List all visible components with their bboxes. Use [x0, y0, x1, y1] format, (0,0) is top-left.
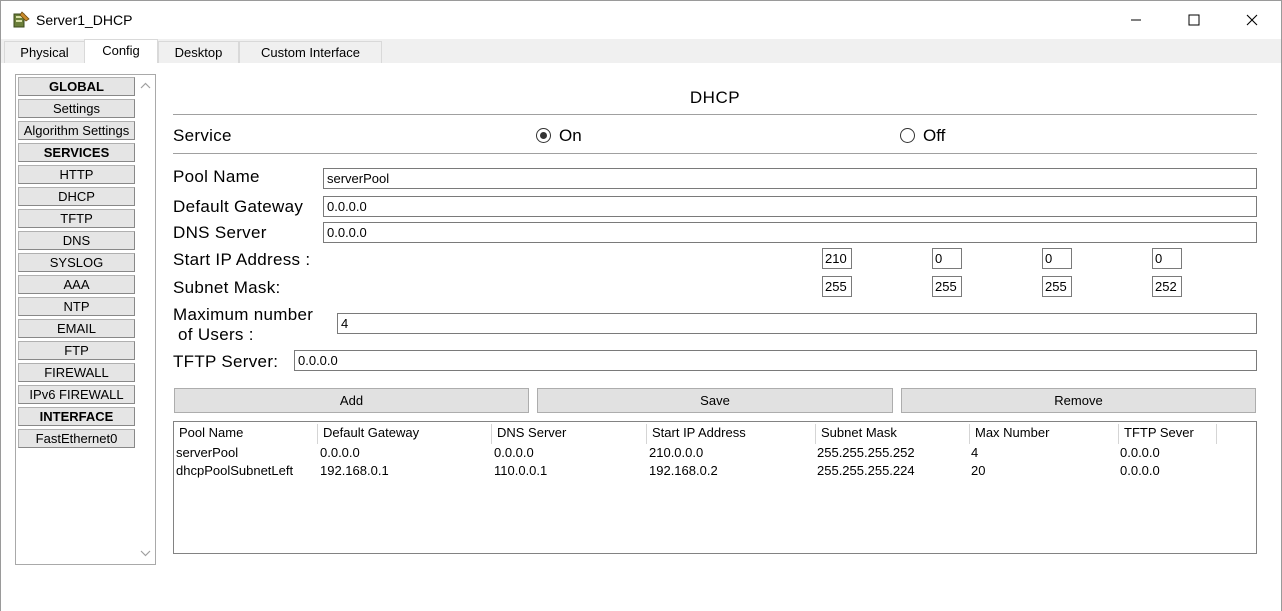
- sidebar-item-aaa[interactable]: AAA: [18, 275, 135, 294]
- cell-default-gateway: 192.168.0.1: [320, 463, 389, 478]
- sidebar-item-ntp[interactable]: NTP: [18, 297, 135, 316]
- column-header-pool-name[interactable]: Pool Name: [174, 424, 318, 444]
- start-ip-octet-3[interactable]: 0: [1042, 248, 1072, 269]
- service-on-label[interactable]: On: [559, 126, 582, 146]
- divider: [173, 114, 1257, 115]
- tab-custom-interface[interactable]: Custom Interface: [239, 41, 382, 63]
- sidebar-scrollbar[interactable]: [137, 76, 154, 563]
- sidebar-item-firewall[interactable]: FIREWALL: [18, 363, 135, 382]
- pool-name-input[interactable]: serverPool: [323, 168, 1257, 189]
- column-header-default-gateway[interactable]: Default Gateway: [318, 424, 492, 444]
- service-off-label[interactable]: Off: [923, 126, 945, 146]
- cell-max-number: 4: [971, 445, 979, 460]
- cell-start-ip: 210.0.0.0: [649, 445, 704, 460]
- column-header-start-ip[interactable]: Start IP Address: [647, 424, 816, 444]
- column-header-dns-server[interactable]: DNS Server: [492, 424, 647, 444]
- remove-button[interactable]: Remove: [901, 388, 1256, 413]
- table-row[interactable]: dhcpPoolSubnetLeft 192.168.0.1 110.0.0.1…: [174, 462, 1256, 480]
- subnet-mask-octet-4[interactable]: 252: [1152, 276, 1182, 297]
- save-button[interactable]: Save: [537, 388, 893, 413]
- sidebar-item-syslog[interactable]: SYSLOG: [18, 253, 135, 272]
- service-on-radio[interactable]: [536, 128, 551, 143]
- column-header-max-number[interactable]: Max Number: [970, 424, 1119, 444]
- cell-tftp-server: 0.0.0.0: [1120, 445, 1160, 460]
- cell-pool-name: dhcpPoolSubnetLeft: [176, 463, 294, 478]
- tab-bar: Physical Config Desktop Custom Interface: [1, 39, 1281, 64]
- tab-physical[interactable]: Physical: [4, 41, 85, 63]
- column-header-tftp-server[interactable]: TFTP Sever: [1119, 424, 1217, 444]
- config-content: GLOBAL Settings Algorithm Settings SERVI…: [1, 63, 1281, 611]
- close-icon: [1246, 14, 1258, 26]
- service-off-radio[interactable]: [900, 128, 915, 143]
- close-button[interactable]: [1223, 1, 1281, 39]
- subnet-mask-octet-1[interactable]: 255: [822, 276, 852, 297]
- cell-subnet-mask: 255.255.255.252: [817, 445, 915, 460]
- default-gateway-input[interactable]: 0.0.0.0: [323, 196, 1257, 217]
- app-window: Server1_DHCP Physical Config Desktop Cus…: [0, 0, 1282, 611]
- scroll-up-icon[interactable]: [140, 82, 151, 90]
- cell-max-number: 20: [971, 463, 986, 478]
- tab-desktop[interactable]: Desktop: [158, 41, 239, 63]
- service-label: Service: [173, 126, 232, 145]
- subnet-mask-label: Subnet Mask:: [173, 278, 281, 297]
- cell-default-gateway: 0.0.0.0: [320, 445, 360, 460]
- sidebar-item-fastethernet0[interactable]: FastEthernet0: [18, 429, 135, 448]
- minimize-button[interactable]: [1107, 1, 1165, 39]
- sidebar-item-algorithm-settings[interactable]: Algorithm Settings: [18, 121, 135, 140]
- panel-title: DHCP: [689, 88, 741, 107]
- sidebar-item-email[interactable]: EMAIL: [18, 319, 135, 338]
- tftp-server-input[interactable]: 0.0.0.0: [294, 350, 1257, 371]
- cell-dns-server: 0.0.0.0: [494, 445, 534, 460]
- sidebar-item-ftp[interactable]: FTP: [18, 341, 135, 360]
- config-sidebar: GLOBAL Settings Algorithm Settings SERVI…: [15, 74, 156, 565]
- dhcp-pool-table: Pool Name Default Gateway DNS Server Sta…: [173, 421, 1257, 554]
- cell-dns-server: 110.0.0.1: [494, 463, 548, 478]
- sidebar-item-dhcp[interactable]: DHCP: [18, 187, 135, 206]
- column-header-subnet-mask[interactable]: Subnet Mask: [816, 424, 970, 444]
- add-button[interactable]: Add: [174, 388, 529, 413]
- subnet-mask-octet-2[interactable]: 255: [932, 276, 962, 297]
- sidebar-item-tftp[interactable]: TFTP: [18, 209, 135, 228]
- subnet-mask-octet-3[interactable]: 255: [1042, 276, 1072, 297]
- sidebar-item-http[interactable]: HTTP: [18, 165, 135, 184]
- max-users-label-line1: Maximum number: [173, 305, 314, 324]
- dns-server-label: DNS Server: [173, 223, 267, 242]
- cell-tftp-server: 0.0.0.0: [1120, 463, 1160, 478]
- cell-subnet-mask: 255.255.255.224: [817, 463, 915, 478]
- max-users-input[interactable]: 4: [337, 313, 1257, 334]
- start-ip-octet-2[interactable]: 0: [932, 248, 962, 269]
- divider: [173, 153, 1257, 154]
- start-ip-octet-1[interactable]: 210: [822, 248, 852, 269]
- sidebar-item-dns[interactable]: DNS: [18, 231, 135, 250]
- dns-server-input[interactable]: 0.0.0.0: [323, 222, 1257, 243]
- sidebar-header-global: GLOBAL: [18, 77, 135, 96]
- sidebar-header-interface: INTERFACE: [18, 407, 135, 426]
- maximize-icon: [1188, 14, 1200, 26]
- tftp-server-label: TFTP Server:: [173, 352, 279, 371]
- default-gateway-label: Default Gateway: [173, 197, 304, 216]
- sidebar-item-settings[interactable]: Settings: [18, 99, 135, 118]
- table-row[interactable]: serverPool 0.0.0.0 0.0.0.0 210.0.0.0 255…: [174, 444, 1256, 462]
- sidebar-item-ipv6-firewall[interactable]: IPv6 FIREWALL: [18, 385, 135, 404]
- max-users-label-line2: of Users :: [173, 325, 254, 344]
- cell-start-ip: 192.168.0.2: [649, 463, 718, 478]
- sidebar-header-services: SERVICES: [18, 143, 135, 162]
- title-bar[interactable]: Server1_DHCP: [1, 1, 1281, 39]
- scroll-down-icon[interactable]: [140, 549, 151, 557]
- pool-name-label: Pool Name: [173, 167, 260, 186]
- minimize-icon: [1131, 19, 1141, 21]
- tab-config[interactable]: Config: [84, 39, 158, 64]
- window-title: Server1_DHCP: [36, 12, 133, 28]
- cell-pool-name: serverPool: [176, 445, 239, 460]
- start-ip-label: Start IP Address :: [173, 250, 311, 269]
- start-ip-octet-4[interactable]: 0: [1152, 248, 1182, 269]
- server-app-icon: [13, 11, 30, 28]
- maximize-button[interactable]: [1165, 1, 1223, 39]
